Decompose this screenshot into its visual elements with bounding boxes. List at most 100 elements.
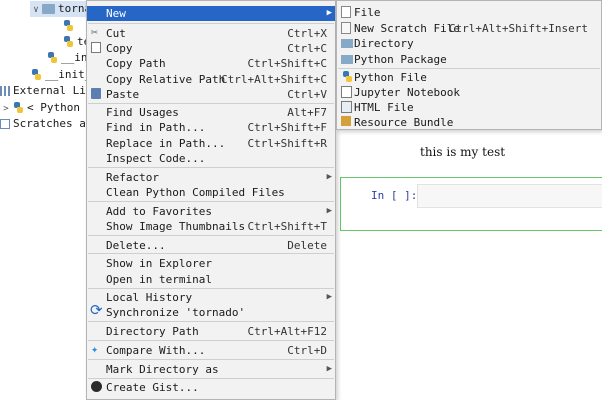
cell-prompt: In [ ]: [371,189,418,202]
tree-item-label: __init_ [45,68,92,81]
python-file-icon [30,68,42,82]
menu-item-label: Synchronize 'tornado' [106,306,246,319]
context-menu: New ▶ Cut Ctrl+X Copy Ctrl+C Copy Path C… [86,0,336,400]
menu-item-show-thumbnails[interactable]: Show Image Thumbnails Ctrl+Shift+T [87,219,335,234]
menu-item-compare-with[interactable]: Compare With... Ctrl+D [87,342,335,358]
library-icon [0,86,10,96]
resource-bundle-icon [341,116,351,126]
submenu-item-python-file[interactable]: Python File [337,70,601,85]
submenu-separator [338,68,600,69]
menu-item-show-in-explorer[interactable]: Show in Explorer [87,256,335,271]
submenu-item-label: Resource Bundle [354,116,454,129]
tree-item-label: < Python 3 [27,101,94,114]
menu-item-label: Add to Favorites [106,205,212,218]
python-icon [12,101,24,115]
menu-item-paste[interactable]: Paste Ctrl+V [87,87,335,102]
python-file-icon [62,19,74,33]
menu-item-label: Mark Directory as [106,363,219,376]
scratch-file-icon [341,22,351,34]
menu-separator [88,288,334,289]
chevron-right-icon: ▶ [326,364,332,374]
python-file-icon [46,51,58,65]
submenu-item-new-scratch-file[interactable]: New Scratch File Ctrl+Alt+Shift+Insert [337,21,601,36]
menu-item-copy-path[interactable]: Copy Path Ctrl+Shift+C [87,56,335,71]
menu-item-shortcut: Delete [287,239,327,252]
menu-item-label: Copy Relative Path [106,73,226,86]
tree-item-python[interactable]: > < Python 3 [0,100,93,116]
menu-item-new[interactable]: New ▶ [87,6,335,21]
menu-item-open-in-terminal[interactable]: Open in terminal [87,272,335,287]
submenu-item-python-package[interactable]: Python Package [337,52,601,67]
menu-item-label: Copy Path [106,57,166,70]
menu-item-cut[interactable]: Cut Ctrl+X [87,25,335,41]
menu-item-label: Open in terminal [106,273,212,286]
menu-item-label: Compare With... [106,344,206,357]
submenu-item-label: Python Package [354,53,447,66]
menu-separator [88,359,334,360]
submenu-item-file[interactable]: File [337,5,601,20]
menu-item-refactor[interactable]: Refactor ▶ [87,170,335,185]
submenu-item-label: Directory [354,37,414,50]
menu-separator [88,23,334,24]
python-file-icon [62,35,74,49]
python-icon [341,71,353,83]
menu-item-copy-relative-path[interactable]: Copy Relative Path Ctrl+Alt+Shift+C [87,72,335,87]
menu-item-replace-in-path[interactable]: Replace in Path... Ctrl+Shift+R [87,136,335,151]
cut-icon [91,25,104,40]
copy-icon [91,42,101,53]
menu-separator [88,103,334,104]
menu-item-delete[interactable]: Delete... Delete [87,238,335,253]
submenu-item-directory[interactable]: Directory [337,36,601,51]
submenu-item-shortcut: Ctrl+Alt+Shift+Insert [448,22,588,35]
menu-separator [88,167,334,168]
submenu-item-html-file[interactable]: HTML File [337,100,601,115]
menu-item-label: Cut [106,27,126,40]
file-icon [341,6,351,18]
menu-item-label: Create Gist... [106,381,199,394]
submenu-item-label: Python File [354,71,427,84]
tree-item-file[interactable] [62,18,77,34]
chevron-down-icon[interactable]: ∨ [30,2,42,18]
menu-item-shortcut: Ctrl+Shift+F [247,121,327,134]
menu-separator [88,235,334,236]
menu-item-shortcut: Ctrl+X [287,27,327,40]
menu-item-mark-directory-as[interactable]: Mark Directory as ▶ [87,362,335,377]
menu-item-shortcut: Ctrl+V [287,88,327,101]
menu-item-shortcut: Ctrl+Shift+R [247,137,327,150]
menu-item-local-history[interactable]: Local History ▶ [87,290,335,305]
menu-item-shortcut: Ctrl+Shift+C [247,57,327,70]
menu-item-label: Refactor [106,171,159,184]
menu-item-label: New [106,7,126,20]
notebook-cell[interactable]: In [ ]: [340,177,602,231]
tree-item-scratches[interactable]: Scratches and [0,116,99,132]
submenu-item-resource-bundle[interactable]: Resource Bundle [337,115,601,130]
menu-item-find-in-path[interactable]: Find in Path... Ctrl+Shift+F [87,120,335,135]
menu-item-copy[interactable]: Copy Ctrl+C [87,41,335,56]
menu-item-shortcut: Ctrl+Alt+Shift+C [221,73,327,86]
menu-item-shortcut: Alt+F7 [287,106,327,119]
menu-item-label: Show Image Thumbnails [106,220,246,233]
chevron-right-icon: ▶ [326,292,332,302]
tree-item-init-root[interactable]: __init_ [30,67,91,83]
tree-item-external-libraries[interactable]: External Libr [0,83,99,99]
menu-item-directory-path[interactable]: Directory Path Ctrl+Alt+F12 [87,324,335,339]
menu-item-find-usages[interactable]: Find Usages Alt+F7 [87,105,335,120]
chevron-right-icon: ▶ [326,8,332,18]
menu-item-clean-compiled[interactable]: Clean Python Compiled Files [87,185,335,200]
menu-item-create-gist[interactable]: Create Gist... [87,380,335,395]
chevron-right-icon[interactable]: > [0,101,12,117]
menu-item-label: Show in Explorer [106,257,212,270]
sync-icon [90,303,104,319]
menu-item-label: Clean Python Compiled Files [106,186,285,199]
menu-item-synchronize[interactable]: Synchronize 'tornado' [87,303,335,320]
menu-item-inspect-code[interactable]: Inspect Code... [87,151,335,166]
cell-input[interactable] [417,184,602,208]
notebook-icon [341,86,352,98]
scratches-icon [0,119,10,129]
menu-item-label: Directory Path [106,325,199,338]
submenu-item-jupyter-notebook[interactable]: Jupyter Notebook [337,85,601,100]
menu-item-shortcut: Ctrl+C [287,42,327,55]
folder-icon [341,39,353,48]
menu-item-add-to-favorites[interactable]: Add to Favorites ▶ [87,204,335,219]
html-icon [341,101,352,113]
